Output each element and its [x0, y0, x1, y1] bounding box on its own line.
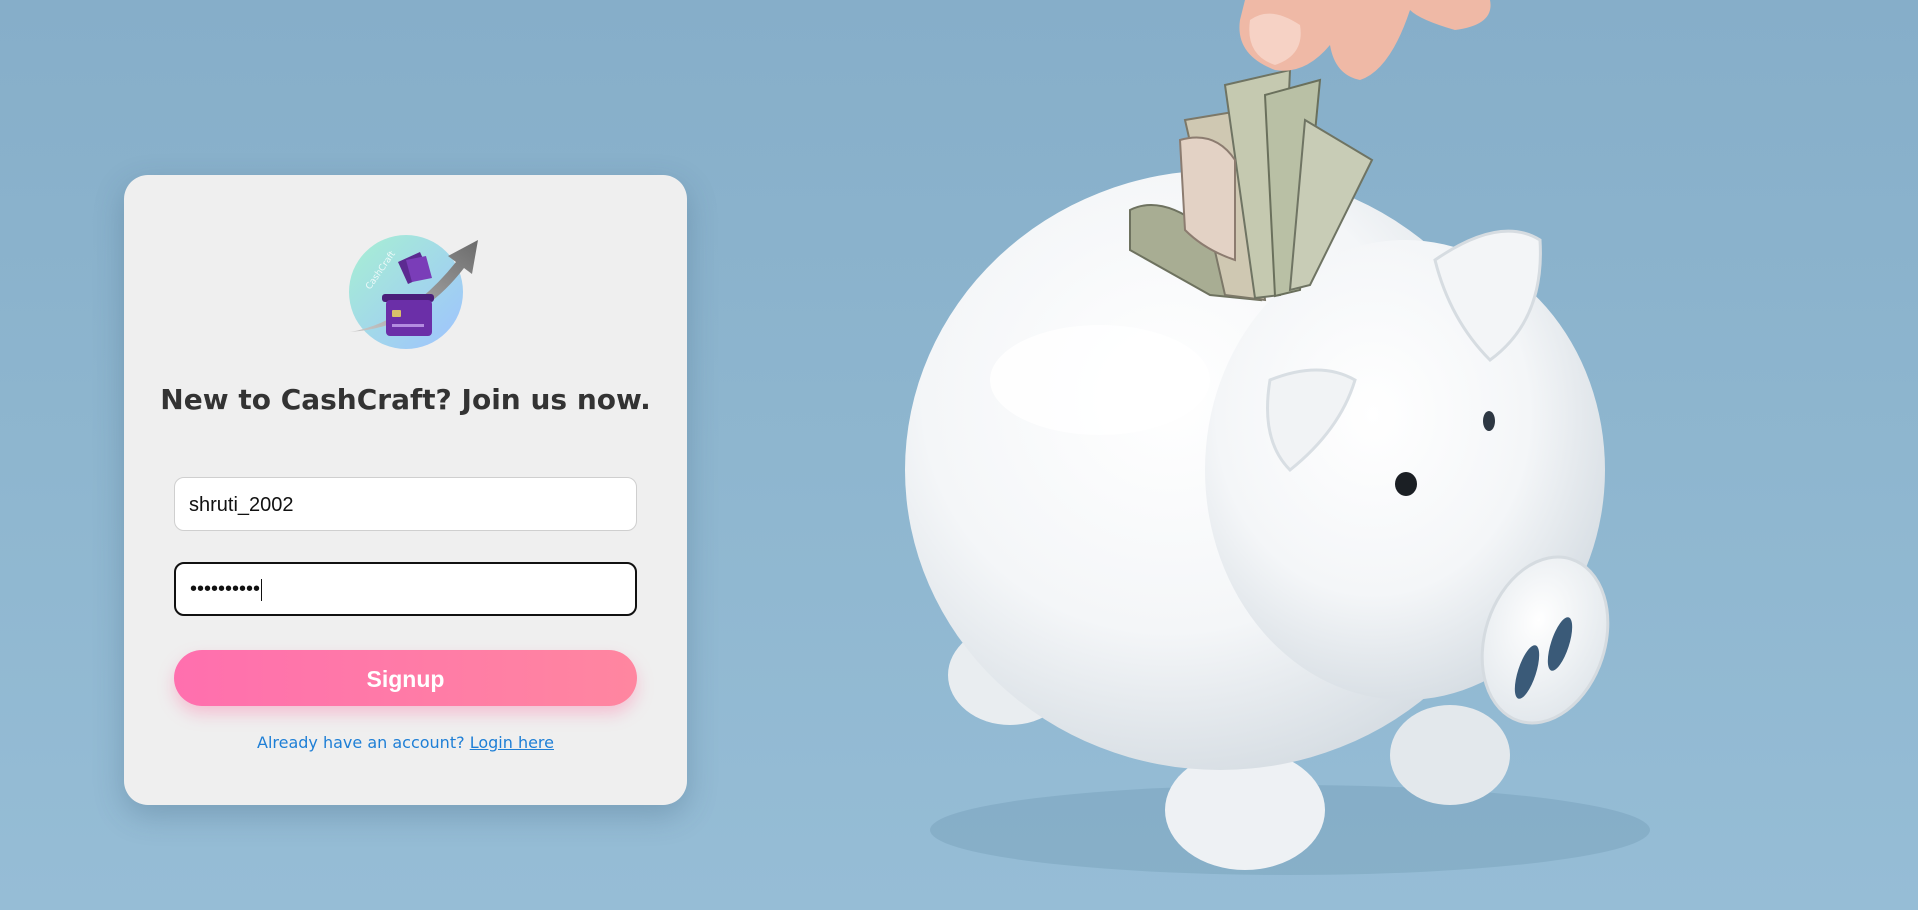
login-link[interactable]: Login here [470, 733, 554, 752]
signup-page: CashCraft New to CashCraft? Join us now.… [0, 0, 1918, 910]
username-input[interactable]: shruti_2002 [174, 477, 637, 531]
login-prompt-text: Already have an account? [257, 733, 465, 752]
page-title: New to CashCraft? Join us now. [160, 383, 651, 416]
cashcraft-logo-icon: CashCraft [349, 235, 478, 349]
password-value: •••••••••• [190, 578, 261, 600]
username-value: shruti_2002 [189, 494, 294, 516]
text-caret [261, 578, 263, 601]
signup-button[interactable]: Signup [174, 650, 637, 706]
password-input[interactable]: •••••••••• [174, 562, 637, 616]
signup-card: CashCraft New to CashCraft? Join us now.… [124, 175, 687, 805]
login-prompt: Already have an account? Login here [124, 733, 687, 752]
